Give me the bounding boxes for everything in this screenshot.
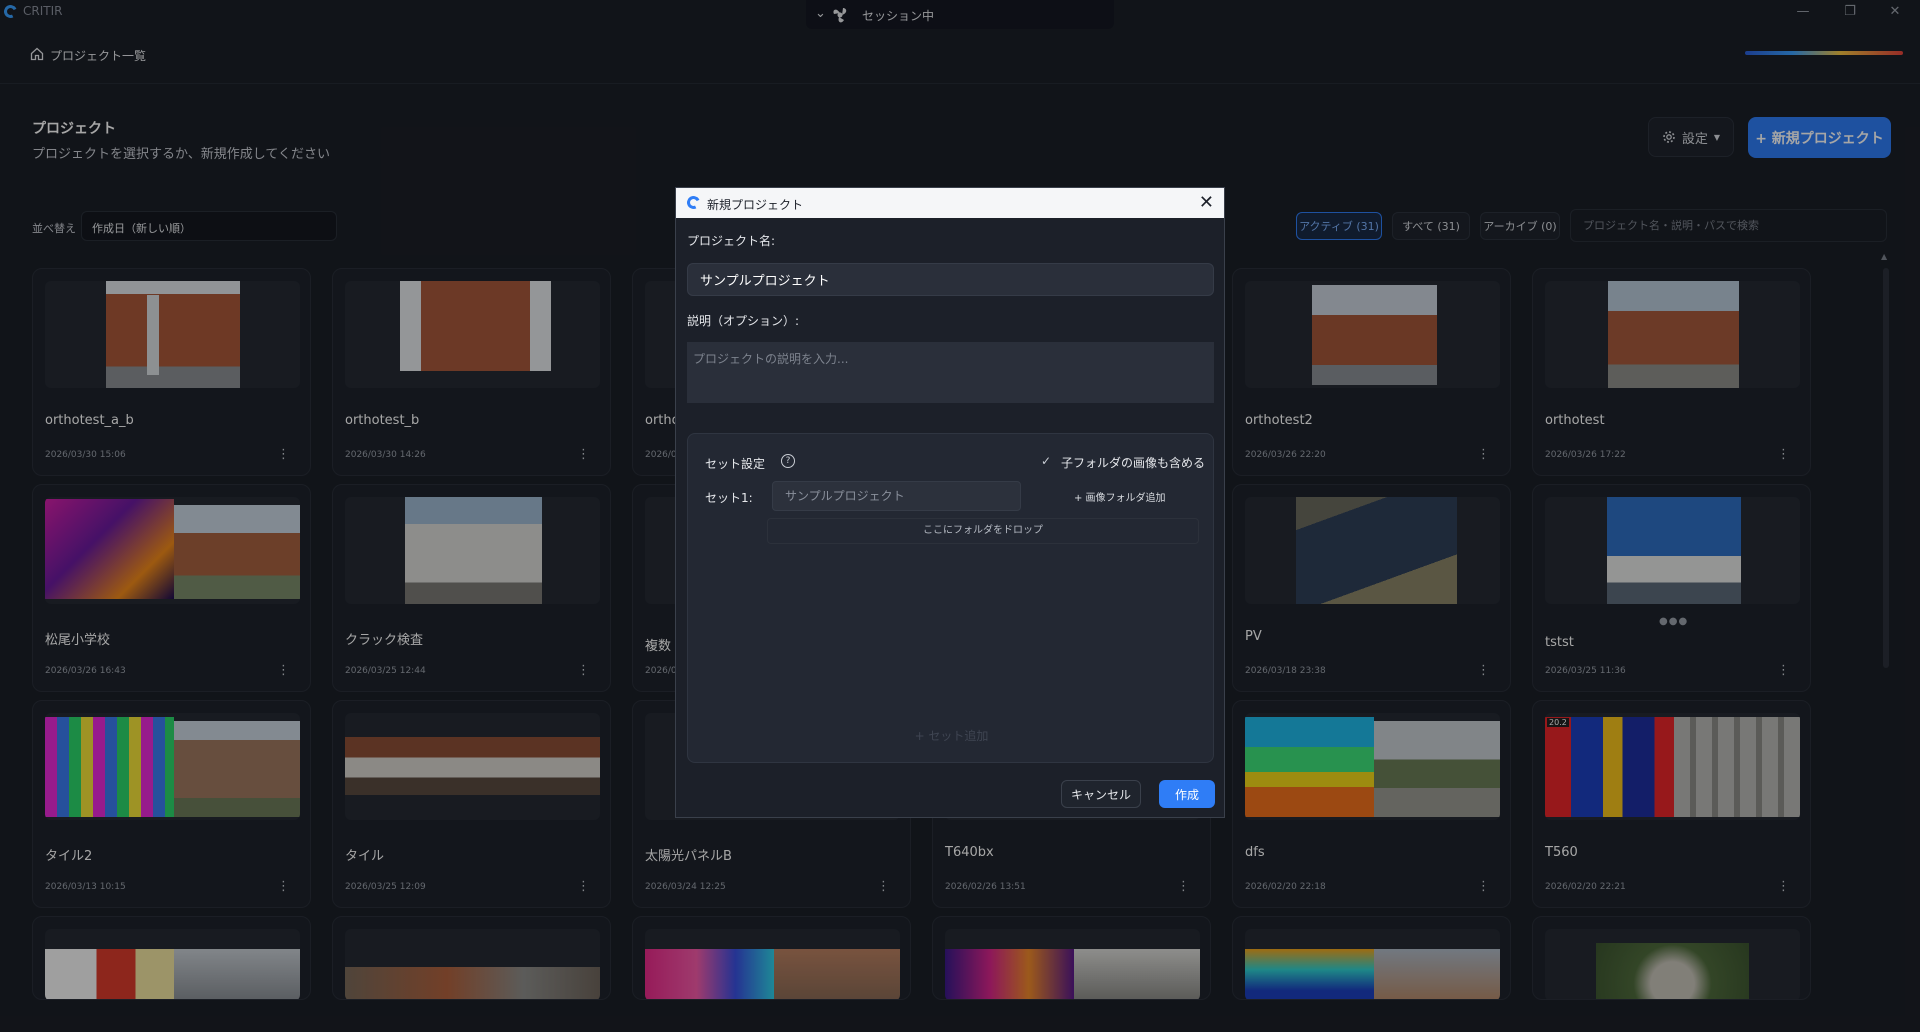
folder-dropzone[interactable]: ここにフォルダをドロップ bbox=[767, 518, 1199, 544]
description-label: 説明（オプション）: bbox=[687, 314, 800, 328]
add-image-folder-button[interactable]: + 画像フォルダ追加 bbox=[1074, 489, 1166, 504]
dialog-title: 新規プロジェクト bbox=[707, 198, 804, 212]
new-project-dialog: 新規プロジェクト ✕ プロジェクト名: 説明（オプション）: セット設定 ? ✓… bbox=[675, 187, 1225, 818]
app-logo-icon bbox=[685, 194, 702, 211]
description-input[interactable] bbox=[687, 342, 1214, 403]
set-settings-label: セット設定 bbox=[705, 457, 766, 471]
set1-name-input[interactable] bbox=[772, 481, 1021, 511]
set-settings-panel: セット設定 ? ✓ 子フォルダの画像も含める セット1: + 画像フォルダ追加 … bbox=[687, 433, 1214, 763]
dialog-header: 新規プロジェクト ✕ bbox=[676, 188, 1224, 218]
project-name-input[interactable] bbox=[687, 263, 1214, 296]
add-set-button[interactable]: + セット追加 bbox=[688, 727, 1215, 744]
set1-label: セット1: bbox=[705, 491, 753, 505]
help-icon[interactable]: ? bbox=[781, 454, 795, 468]
close-icon[interactable]: ✕ bbox=[1199, 192, 1214, 213]
cancel-button[interactable]: キャンセル bbox=[1061, 780, 1141, 808]
create-button[interactable]: 作成 bbox=[1159, 780, 1215, 808]
check-icon[interactable]: ✓ bbox=[1041, 454, 1051, 468]
project-name-label: プロジェクト名: bbox=[687, 234, 776, 248]
include-subfolders-label[interactable]: 子フォルダの画像も含める bbox=[1061, 454, 1205, 471]
